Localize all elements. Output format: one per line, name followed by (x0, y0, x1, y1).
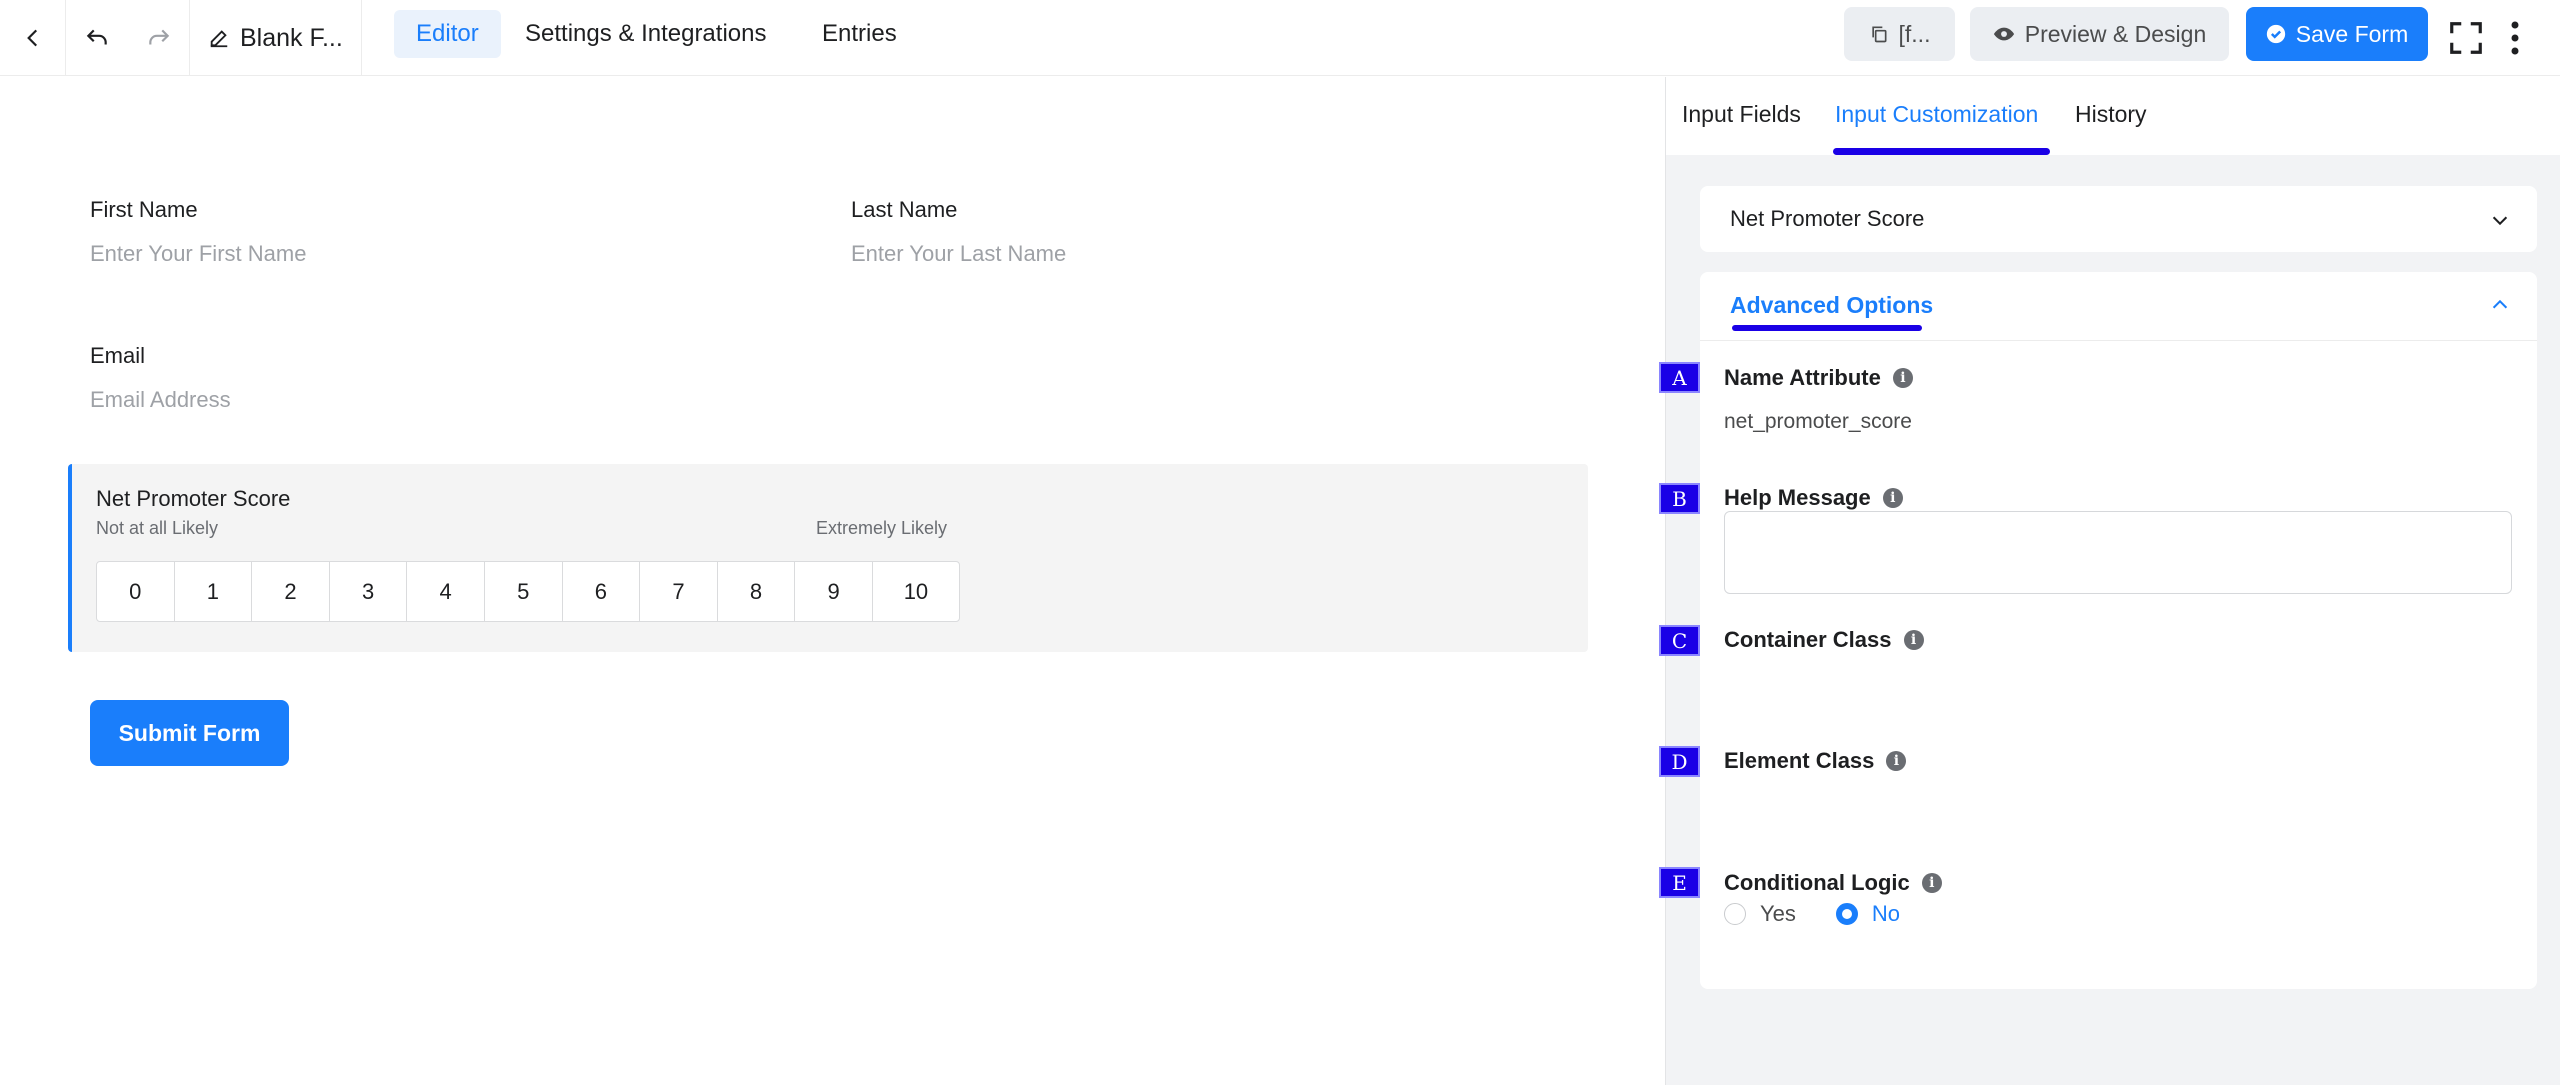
name-attribute-input[interactable]: net_promoter_score (1724, 410, 1912, 434)
advanced-options-toggle[interactable]: Advanced Options (1730, 292, 1933, 319)
conditional-logic-text: Conditional Logic (1724, 870, 1910, 895)
nps-option-10[interactable]: 10 (871, 561, 960, 622)
nps-option-0[interactable]: 0 (96, 561, 175, 622)
nps-label: Net Promoter Score (96, 486, 291, 511)
form-title: Blank F... (240, 23, 343, 52)
annotation-marker-d: D (1659, 746, 1700, 777)
pencil-icon (210, 30, 228, 48)
info-icon[interactable]: i (1903, 630, 1924, 650)
nps-option-9[interactable]: 9 (794, 561, 873, 622)
nps-option-4[interactable]: 4 (406, 561, 485, 622)
tab-settings-label: Settings & Integrations (525, 20, 767, 47)
info-icon[interactable]: i (1921, 873, 1942, 893)
container-class-label: Container Class i (1724, 627, 1924, 653)
help-message-label: Help Message i (1724, 485, 1903, 511)
nps-option-1[interactable]: 1 (173, 561, 253, 622)
advanced-options-underline (1732, 325, 1922, 331)
annotation-marker-c: C (1659, 625, 1700, 656)
back-button[interactable] (0, 0, 66, 76)
form-title-button[interactable]: Blank F... (190, 0, 362, 76)
radio-circle-yes[interactable] (1724, 903, 1746, 925)
info-icon[interactable]: i (1886, 751, 1907, 771)
divider (1700, 340, 2537, 341)
nps-scale: 0 1 2 3 4 5 6 7 8 9 10 (96, 561, 960, 622)
tab-input-fields[interactable]: Input Fields (1682, 101, 1801, 128)
name-attribute-label: Name Attribute i (1724, 365, 1913, 391)
kebab-menu-icon (2511, 21, 2519, 55)
advanced-options-card: Advanced Options A Name Attribute i net_… (1659, 272, 2537, 989)
annotation-marker-e: E (1659, 867, 1700, 898)
email-label: Email (90, 343, 146, 368)
email-input[interactable]: Email Address (90, 387, 231, 413)
settings-panel: Input Fields Input Customization History… (1659, 77, 2560, 1085)
nps-high-label: Extremely Likely (816, 518, 948, 538)
panel-tabs: Input Fields Input Customization History (1666, 77, 2560, 155)
nps-option-7[interactable]: 7 (639, 561, 718, 622)
tab-settings-integrations[interactable]: Settings & Integrations (503, 10, 788, 58)
chevron-down-icon (2492, 216, 2508, 226)
shortcode-label: [f... (1898, 20, 1931, 47)
annotation-marker-a: A (1659, 362, 1700, 393)
fullscreen-button[interactable] (2440, 0, 2492, 76)
nps-option-3[interactable]: 3 (328, 561, 408, 622)
last-name-input[interactable]: Enter Your Last Name (851, 241, 1066, 267)
element-class-label: Element Class i (1724, 748, 1907, 774)
submit-form-button[interactable]: Submit Form (90, 700, 289, 766)
tab-entries-label: Entries (822, 20, 897, 47)
radio-yes[interactable]: Yes (1724, 901, 1796, 927)
shortcode-button[interactable]: [f... (1844, 7, 1955, 61)
chevron-up-icon[interactable] (2489, 294, 2511, 316)
conditional-logic-radios: Yes No (1724, 901, 1900, 927)
nps-option-5[interactable]: 5 (483, 561, 563, 622)
undo-button[interactable] (66, 0, 128, 76)
top-toolbar: Blank F... Editor Settings & Integration… (0, 0, 2560, 76)
first-name-input[interactable]: Enter Your First Name (90, 241, 306, 267)
more-options-button[interactable] (2500, 0, 2530, 76)
form-editor-canvas: First Name Enter Your First Name Last Na… (0, 77, 1665, 1085)
annotation-marker-b: B (1659, 483, 1700, 514)
radio-yes-label: Yes (1760, 901, 1796, 926)
field-type-dropdown[interactable]: Net Promoter Score (1700, 186, 2537, 252)
chevron-left-icon (26, 29, 37, 47)
element-class-text: Element Class (1724, 748, 1875, 773)
undo-icon (86, 29, 107, 45)
nps-option-6[interactable]: 6 (561, 561, 641, 622)
conditional-logic-label: Conditional Logic i (1724, 870, 1942, 896)
check-circle-icon (2266, 24, 2285, 44)
copy-icon (1871, 26, 1887, 43)
eye-icon (1993, 27, 2014, 41)
nps-field[interactable]: Net Promoter Score Not at all Likely Ext… (68, 464, 1588, 652)
info-icon[interactable]: i (1892, 368, 1913, 388)
tab-history[interactable]: History (2075, 101, 2147, 128)
preview-label: Preview & Design (2024, 20, 2207, 47)
radio-circle-no[interactable] (1835, 903, 1858, 925)
last-name-label: Last Name (851, 197, 958, 222)
redo-button[interactable] (128, 0, 190, 76)
field-type-label: Net Promoter Score (1730, 206, 1925, 231)
nps-option-2[interactable]: 2 (251, 561, 330, 622)
fullscreen-icon (2450, 22, 2482, 54)
tab-input-customization[interactable]: Input Customization (1835, 101, 2038, 128)
nps-option-8[interactable]: 8 (716, 561, 796, 622)
name-attribute-text: Name Attribute (1724, 365, 1881, 390)
save-form-button[interactable]: Save Form (2246, 7, 2428, 61)
help-message-textarea[interactable] (1724, 511, 2512, 594)
info-icon[interactable]: i (1882, 488, 1903, 508)
active-tab-underline (1833, 148, 2050, 155)
nps-low-label: Not at all Likely (96, 518, 219, 538)
help-message-text: Help Message (1724, 485, 1871, 510)
tab-editor-label: Editor (416, 20, 479, 47)
redo-icon (148, 29, 169, 45)
radio-no-label: No (1871, 901, 1901, 926)
first-name-label: First Name (90, 197, 198, 222)
tab-editor[interactable]: Editor (394, 10, 501, 58)
container-class-text: Container Class (1724, 627, 1892, 652)
save-label: Save Form (2295, 20, 2409, 47)
preview-design-button[interactable]: Preview & Design (1970, 7, 2229, 61)
radio-no[interactable]: No (1835, 901, 1901, 927)
tab-entries[interactable]: Entries (800, 10, 919, 58)
